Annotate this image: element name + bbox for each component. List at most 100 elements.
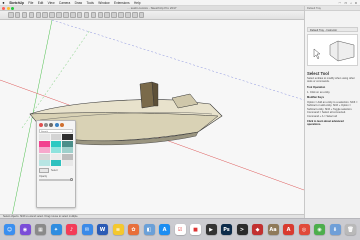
calendar-icon[interactable]: ■ [190,224,201,235]
color-swatch[interactable] [39,140,50,147]
instructor-preview [307,34,358,66]
launchpad-icon[interactable]: ▦ [35,224,46,235]
tool-intro: Select entities to modify when using oth… [307,77,355,84]
color-swatch[interactable] [39,134,50,140]
color-swatch[interactable] [50,160,62,167]
blue-axis-dashed [51,20,304,101]
apple-icon[interactable]: ● [0,0,7,5]
text-icon[interactable] [83,12,90,18]
rotate-icon[interactable] [56,12,62,18]
downloads-icon[interactable]: ⬇ [329,224,341,235]
status-icons: ◠ ▭ ⌕ ≡ [339,1,360,5]
reminders-icon[interactable]: ☑ [174,224,186,235]
word-icon[interactable]: W [97,224,108,235]
control-center-icon[interactable]: ≡ [355,1,357,5]
color-swatch[interactable] [50,147,62,154]
menu-camera[interactable]: Camera [57,1,73,5]
warehouse-icon[interactable] [125,12,131,18]
pan-icon[interactable] [104,12,110,18]
modifier-keys-label: Modifier Keys [307,96,325,100]
image-palette-icon[interactable] [54,123,59,127]
menu-draw[interactable]: Draw [72,1,84,5]
color-swatch[interactable] [50,134,62,140]
color-wheel-icon[interactable] [39,123,43,127]
move-icon[interactable] [49,12,55,18]
sketchup-icon[interactable]: ◆ [252,224,263,235]
zoom-icon[interactable] [111,12,117,18]
orbit-icon[interactable] [97,12,104,18]
color-palette-icon[interactable] [49,123,54,127]
battery-icon[interactable]: ▭ [344,1,347,5]
tool-operation-label: Tool Operation [307,85,326,89]
layout-icon[interactable] [138,12,145,18]
opacity-label: Opacity [39,175,48,179]
color-mode-icons [37,121,75,128]
color-swatch[interactable] [62,147,73,154]
pdf-icon[interactable]: A [283,224,294,235]
menu-view[interactable]: View [45,1,56,5]
advanced-operations-link[interactable]: Click to learn about advanced operations… [307,120,358,127]
preview-icon[interactable]: ◧ [143,224,155,235]
dictionary-icon[interactable]: Aa [267,224,279,235]
siri-icon[interactable]: ◉ [19,224,31,235]
rectangle-icon[interactable] [35,12,42,18]
eraser-icon[interactable] [14,12,21,18]
color-swatch[interactable] [62,153,73,160]
color-swatch[interactable] [39,147,50,154]
trash-icon[interactable]: 🗑 [345,224,356,235]
menu-app-name[interactable]: SketchUp [7,1,26,5]
color-swatch[interactable] [39,160,50,167]
tape-measure-icon[interactable] [76,12,83,18]
select-tool-illustration [313,40,355,62]
instructor-panel-header[interactable]: Default Tray - Instructor [307,27,358,32]
menu-edit[interactable]: Edit [36,1,46,5]
arc-icon[interactable] [28,12,35,18]
color-swatch[interactable] [39,153,50,160]
color-swatch[interactable] [50,153,62,160]
finder-icon[interactable]: ☺ [4,224,15,235]
opacity-slider[interactable] [39,178,73,182]
zoom-extents-icon[interactable] [118,12,124,18]
color-swatch[interactable] [50,140,62,147]
notes-icon[interactable]: ≡ [112,224,124,235]
search-icon[interactable]: ⌕ [350,1,352,5]
paint-bucket-icon[interactable] [90,12,97,18]
offset-icon[interactable] [70,12,76,18]
tray-header[interactable]: Default Tray [305,6,360,11]
select-tool-icon[interactable] [8,12,14,18]
terminal-icon[interactable]: > [236,224,248,235]
safari-icon[interactable]: ✦ [50,224,62,235]
menu-window[interactable]: Window [96,1,112,5]
menu-file[interactable]: File [26,1,36,5]
scale-icon[interactable] [63,12,69,18]
window-controls [2,7,14,10]
crayons-icon[interactable] [59,123,64,127]
acrobat-icon[interactable]: ◎ [298,224,310,235]
dock: ☺ ◉ ▦ ✦ ♪ ✉ W ≡ ✿ ◧ A ☑ ■ ▶ Ps > ◆ Aa A ◎ ◉ ⬇ 🗑 [0,218,360,240]
pencil-icon[interactable] [21,12,28,18]
photos-icon[interactable]: ✿ [128,224,139,235]
color-swatch[interactable] [62,140,73,147]
zoom-button[interactable] [11,7,14,10]
music-icon[interactable]: ♪ [66,224,77,235]
menu-extensions[interactable]: Extensions [112,1,132,5]
color-search-field[interactable]: Search [39,129,73,133]
main-toolbar [0,11,304,20]
selected-color-well[interactable] [39,168,49,174]
app-store-icon[interactable]: A [159,224,170,235]
close-button[interactable] [2,7,5,10]
color-swatch[interactable] [62,134,73,140]
extension-warehouse-icon[interactable] [132,12,138,18]
video-editor-icon[interactable]: ▶ [205,224,217,235]
color-swatch[interactable] [62,160,73,167]
minimize-button[interactable] [6,7,10,10]
photoshop-icon[interactable]: Ps [221,224,232,235]
chrome-icon[interactable]: ◉ [314,224,325,235]
wifi-icon[interactable]: ◠ [339,1,342,5]
mail-icon[interactable]: ✉ [81,224,93,235]
menu-help[interactable]: Help [132,1,143,5]
color-sliders-icon[interactable] [44,123,49,127]
push-pull-icon[interactable] [42,12,48,18]
menu-tools[interactable]: Tools [84,1,96,5]
opacity-slider-knob[interactable] [70,178,73,182]
